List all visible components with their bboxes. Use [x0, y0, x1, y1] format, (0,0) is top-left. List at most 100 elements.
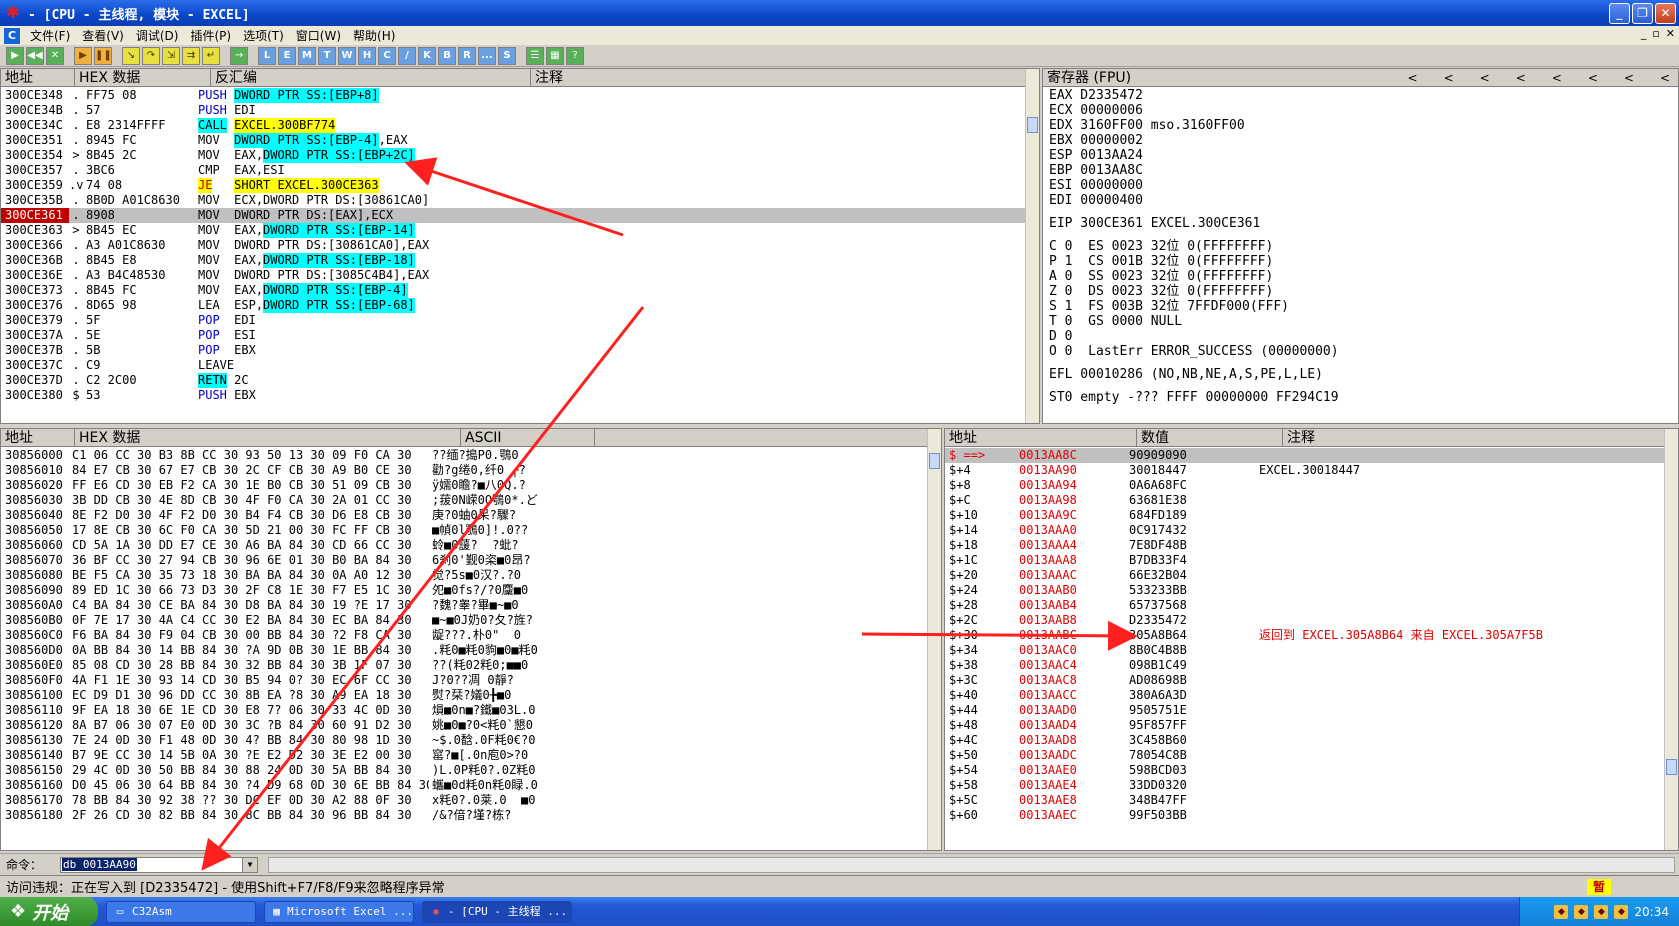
stack-row[interactable]: $+28 0013AAB4 65737568	[945, 598, 1666, 613]
disasm-row[interactable]: 300CE379. 5F POP EDI	[1, 313, 1027, 328]
dump-row[interactable]: 30856160 D0 45 06 30 64 BB 84 30 ?4 D9 68…	[1, 778, 929, 793]
disasm-row[interactable]: 300CE36E. A3 B4C48530 MOV DWORD PTR DS:[30…	[1, 268, 1027, 283]
dump-col-hex[interactable]: HEX 数据	[75, 429, 461, 446]
child-minimize-button[interactable]: _	[1641, 27, 1647, 40]
list-icon[interactable]: ☰	[526, 46, 544, 65]
register-line[interactable]: EBX 00000002	[1043, 133, 1678, 148]
child-close-button[interactable]: ✕	[1666, 27, 1675, 40]
disasm-row[interactable]: 300CE37C. C9 LEAVE	[1, 358, 1027, 373]
dump-row[interactable]: 30856080 BE F5 CA 30 35 73 18 30 BA BA 84…	[1, 568, 929, 583]
stack-row[interactable]: $+5C 0013AAE8 348B47FF	[945, 793, 1666, 808]
toolbar-btn-k[interactable]: K	[418, 46, 436, 65]
menu-file[interactable]: 文件(F)	[24, 27, 76, 44]
register-line[interactable]: ECX 00000006	[1043, 103, 1678, 118]
dump-row[interactable]: 30856000 C1 06 CC 30 B3 8B CC 30 93 50 13…	[1, 448, 929, 463]
stack-scrollbar[interactable]	[1664, 429, 1678, 850]
register-nav-arrow-icon[interactable]: <	[1660, 69, 1670, 86]
dump-row[interactable]: 30856020 FF E6 CD 30 EB F2 CA 30 1E B0 CB…	[1, 478, 929, 493]
stack-row[interactable]: $+4 0013AA90 30018447 EXCEL.30018447	[945, 463, 1666, 478]
dump-row[interactable]: 30856030 3B DD CB 30 4E 8D CB 30 4F F0 CA…	[1, 493, 929, 508]
dump-row[interactable]: 30856100 EC D9 D1 30 96 DD CC 30 8B EA ?8…	[1, 688, 929, 703]
dump-list[interactable]: 30856000 C1 06 CC 30 B3 8B CC 30 93 50 13…	[1, 448, 929, 823]
toolbar-btn-c[interactable]: C	[378, 46, 396, 65]
stack-col-address[interactable]: 地址	[945, 429, 1137, 446]
stack-row[interactable]: $+44 0013AAD0 9505751E	[945, 703, 1666, 718]
disasm-row[interactable]: 300CE36B. 8B45 E8 MOV EAX,DWORD PTR SS:[EB…	[1, 253, 1027, 268]
menu-debug[interactable]: 调试(D)	[130, 27, 185, 44]
disasm-row[interactable]: 300CE351. 8945 FC MOV DWORD PTR SS:[EBP-4]…	[1, 133, 1027, 148]
register-line[interactable]: T 0 GS 0000 NULL	[1043, 314, 1678, 329]
disasm-row[interactable]: 300CE361. 8908 MOV DWORD PTR DS:[EAX],ECX	[1, 208, 1027, 223]
dump-row[interactable]: 308560E0 85 08 CD 30 28 BB 84 30 32 BB 84…	[1, 658, 929, 673]
dump-row[interactable]: 308560D0 0A BB 84 30 14 BB 84 30 ?A 9D 0B…	[1, 643, 929, 658]
register-line[interactable]: O 0 LastErr ERROR_SUCCESS (00000000)	[1043, 344, 1678, 359]
register-line[interactable]: A 0 SS 0023 32位 0(FFFFFFFF)	[1043, 269, 1678, 284]
register-line[interactable]: ESP 0013AA24	[1043, 148, 1678, 163]
toolbar-btn-b[interactable]: B	[438, 46, 456, 65]
execute-till-return-icon[interactable]: ↵	[202, 46, 220, 65]
register-nav-arrow-icon[interactable]: <	[1408, 69, 1418, 86]
stack-row[interactable]: $+30 0013AABC 305A8B64 返回到 EXCEL.305A8B64 来…	[945, 628, 1666, 643]
register-nav-arrow-icon[interactable]: <	[1480, 69, 1490, 86]
stack-row[interactable]: $+C 0013AA98 63681E38	[945, 493, 1666, 508]
task-ollydbg[interactable]: ✱ - [CPU - 主线程 ...	[422, 900, 572, 923]
register-nav-arrow-icon[interactable]: <	[1624, 69, 1634, 86]
step-into-icon[interactable]: ↘	[122, 46, 140, 65]
minimize-button[interactable]: _	[1609, 3, 1630, 24]
start-button[interactable]: ❖ 开始	[0, 897, 98, 926]
register-line[interactable]: D 0	[1043, 329, 1678, 344]
task-c32asm[interactable]: ▭ C32Asm	[106, 900, 256, 923]
register-line[interactable]: ESI 00000000	[1043, 178, 1678, 193]
run-icon[interactable]: ▶	[74, 46, 92, 65]
command-input[interactable]: db 0013AA90 ▼	[60, 856, 258, 873]
dump-col-address[interactable]: 地址	[1, 429, 75, 446]
disasm-row[interactable]: 300CE366. A3 A01C8630 MOV DWORD PTR DS:[30…	[1, 238, 1027, 253]
dump-row[interactable]: 30856120 8A B7 06 30 07 E0 0D 30 3C ?B 84…	[1, 718, 929, 733]
register-line[interactable]: EBP 0013AA8C	[1043, 163, 1678, 178]
tray-icon[interactable]: ◆	[1594, 904, 1609, 919]
tray-icon[interactable]: ◆	[1614, 904, 1629, 919]
stack-row[interactable]: $+8 0013AA94 0A6A68FC	[945, 478, 1666, 493]
close-program-icon[interactable]: ✕	[46, 46, 64, 65]
register-line[interactable]: EFL 00010286 (NO,NB,NE,A,S,PE,L,LE)	[1043, 367, 1678, 382]
dump-row[interactable]: 30856070 36 BF CC 30 27 94 CB 30 96 6E 01…	[1, 553, 929, 568]
register-nav-arrow-icon[interactable]: <	[1588, 69, 1598, 86]
disasm-row[interactable]: 300CE376. 8D65 98 LEA ESP,DWORD PTR SS:[EB…	[1, 298, 1027, 313]
col-address[interactable]: 地址	[1, 69, 75, 86]
toolbar-btn-dots[interactable]: ...	[478, 46, 496, 65]
toolbar-btn-h[interactable]: H	[358, 46, 376, 65]
stack-row[interactable]: $+20 0013AAAC 66E32B04	[945, 568, 1666, 583]
disasm-row[interactable]: 300CE348. FF75 08 PUSH DWORD PTR SS:[EBP+8…	[1, 88, 1027, 103]
dump-row[interactable]: 308560F0 4A F1 1E 30 93 14 CD 30 B5 94 0?…	[1, 673, 929, 688]
disassembly-list[interactable]: 300CE348. FF75 08 PUSH DWORD PTR SS:[EBP+8…	[1, 88, 1027, 403]
stack-row[interactable]: $+54 0013AAE0 598BCD03	[945, 763, 1666, 778]
grid-icon[interactable]: ▦	[546, 46, 564, 65]
cpu-window-icon[interactable]: C	[4, 27, 20, 44]
menu-view[interactable]: 查看(V)	[76, 27, 130, 44]
stack-row[interactable]: $+3C 0013AAC8 AD08698B	[945, 673, 1666, 688]
register-nav-arrow-icon[interactable]: <	[1516, 69, 1526, 86]
dump-row[interactable]: 30856130 7E 24 0D 30 F1 48 0D 30 4? BB 84…	[1, 733, 929, 748]
stack-list[interactable]: $ ==> 0013AA8C 90909090 $+4 0013AA90 30018447…	[945, 448, 1666, 823]
disasm-row[interactable]: 300CE363 >8B45 EC MOV EAX,DWORD PTR SS:[EB…	[1, 223, 1027, 238]
stack-row[interactable]: $+38 0013AAC4 098B1C49	[945, 658, 1666, 673]
dump-row[interactable]: 308560C0 F6 BA 84 30 F9 04 CB 30 00 BB 84…	[1, 628, 929, 643]
dump-col-ascii[interactable]: ASCII	[461, 429, 595, 446]
stack-row[interactable]: $+40 0013AACC 380A6A3D	[945, 688, 1666, 703]
toolbar-btn-w[interactable]: W	[338, 46, 356, 65]
menu-options[interactable]: 选项(T)	[237, 27, 290, 44]
register-line[interactable]: EDI 00000400	[1043, 193, 1678, 208]
help-icon[interactable]: ?	[566, 46, 584, 65]
disasm-row[interactable]: 300CE34C. E8 2314FFFF CALL EXCEL.300BF774	[1, 118, 1027, 133]
register-line[interactable]: EIP 300CE361 EXCEL.300CE361	[1043, 216, 1678, 231]
dump-row[interactable]: 30856170 78 BB 84 30 92 38 ?? 30 DC EF 0D…	[1, 793, 929, 808]
disasm-row[interactable]: 300CE37A. 5E POP ESI	[1, 328, 1027, 343]
stack-col-value[interactable]: 数值	[1137, 429, 1283, 446]
toolbar-btn-l[interactable]: L	[258, 46, 276, 65]
restart-icon[interactable]: ◀◀	[26, 46, 44, 65]
menu-window[interactable]: 窗口(W)	[290, 27, 347, 44]
dump-row[interactable]: 30856150 29 4C 0D 30 50 BB 84 30 88 24 0D…	[1, 763, 929, 778]
trace-over-icon[interactable]: ⇉	[182, 46, 200, 65]
dump-row[interactable]: 30856040 8E F2 D0 30 4F F2 D0 30 B4 F4 CB…	[1, 508, 929, 523]
dump-row[interactable]: 30856060 CD 5A 1A 30 DD E7 CE 30 A6 BA 84…	[1, 538, 929, 553]
